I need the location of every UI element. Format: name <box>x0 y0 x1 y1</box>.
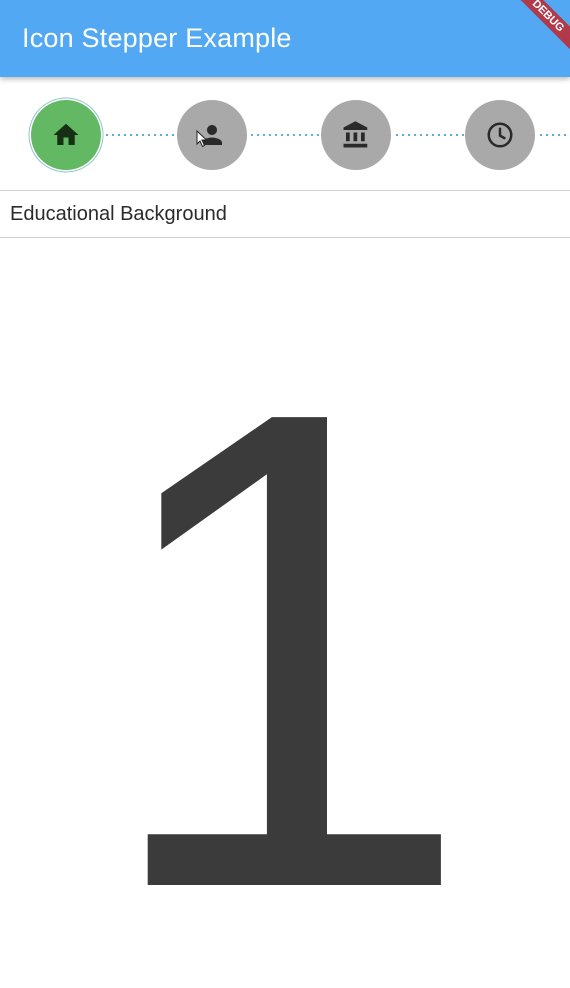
step-clock[interactable] <box>465 100 535 170</box>
app-root: Icon Stepper Example DEBUG Educational B… <box>0 0 570 988</box>
clock-icon <box>487 122 513 148</box>
step-header: Educational Background <box>10 203 227 225</box>
step-connector <box>249 134 321 136</box>
app-bar-title: Icon Stepper Example <box>22 23 292 53</box>
divider-bottom <box>0 237 570 238</box>
step-number: 1 <box>95 270 475 988</box>
step-bank[interactable] <box>321 100 391 170</box>
bank-icon <box>343 121 368 148</box>
step-connector <box>538 134 570 136</box>
mouse-cursor-icon <box>196 130 208 148</box>
step-person[interactable] <box>177 100 247 170</box>
step-connector <box>394 134 465 136</box>
home-icon <box>53 123 79 145</box>
divider-top <box>0 190 570 191</box>
app-bar: Icon Stepper Example DEBUG <box>0 0 570 77</box>
step-connector <box>104 134 176 136</box>
step-home[interactable] <box>31 100 101 170</box>
debug-banner: DEBUG <box>499 0 570 65</box>
icon-stepper <box>0 77 570 190</box>
